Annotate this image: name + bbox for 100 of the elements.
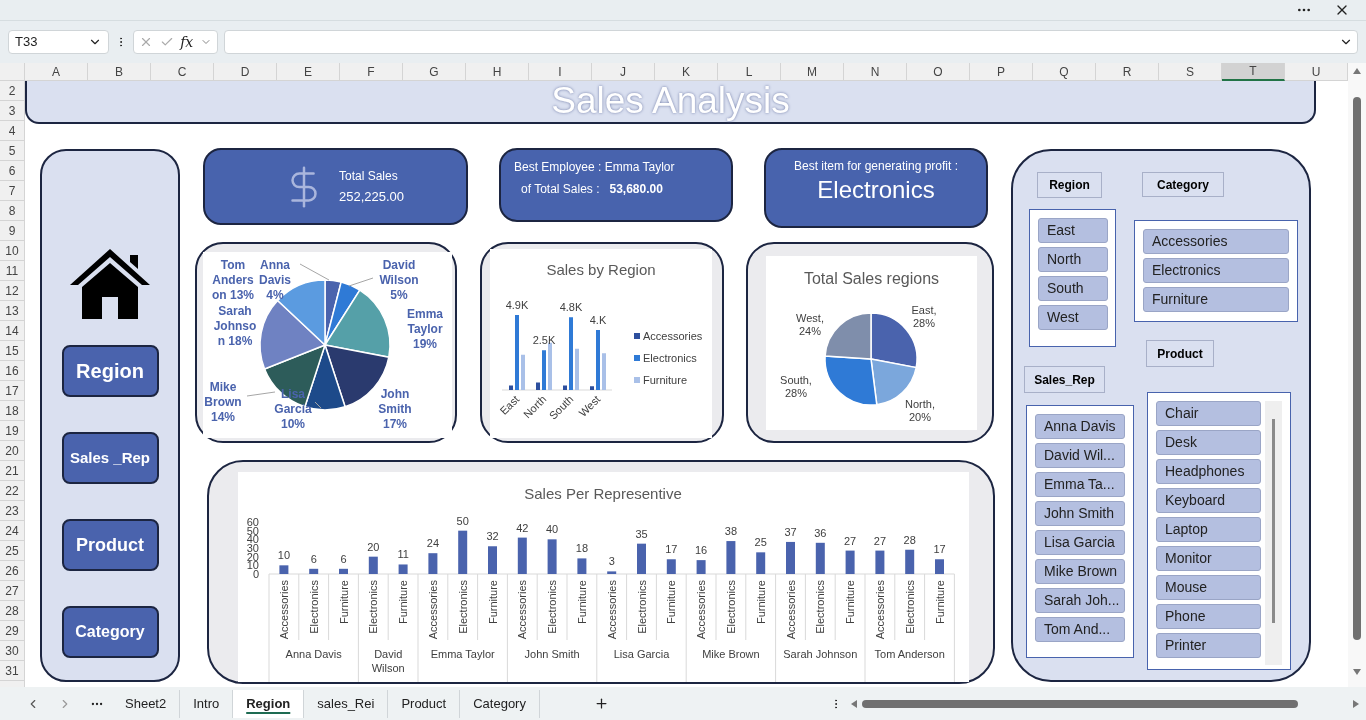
slicer-item[interactable]: Laptop	[1156, 517, 1261, 542]
row-header[interactable]: 23	[0, 501, 24, 521]
slicer-item[interactable]: Chair	[1156, 401, 1261, 426]
data-label: 25	[754, 536, 767, 549]
row-header[interactable]: 18	[0, 401, 24, 421]
legend-label: Electronics	[643, 352, 697, 364]
data-label: John Smith 17%	[377, 387, 413, 432]
slicer-item[interactable]: Emma Ta...	[1035, 472, 1125, 497]
leader-line	[299, 263, 330, 281]
function-button[interactable]: fx	[180, 31, 194, 53]
row-header[interactable]: 15	[0, 341, 24, 361]
slicer-item[interactable]: Headphones	[1156, 459, 1261, 484]
row-header[interactable]: 16	[0, 361, 24, 381]
data-label: Lisa Garcia 10%	[273, 387, 313, 432]
scrollbar[interactable]	[1265, 401, 1282, 665]
sheet-tab[interactable]: Region	[233, 689, 305, 718]
sheet-tab[interactable]: sales_Rei	[304, 689, 389, 718]
nav-button[interactable]: Product	[61, 519, 159, 571]
add-sheet-icon[interactable]	[593, 696, 609, 711]
kpi-label: Best item for generating profit :	[793, 160, 959, 172]
row-header[interactable]: 29	[0, 621, 24, 641]
scroll-left-icon[interactable]	[849, 698, 858, 709]
kpi-label: Total Sales	[339, 170, 399, 182]
row-header[interactable]: 12	[0, 281, 24, 301]
axis-label: Furniture	[665, 580, 678, 625]
row-header[interactable]: 30	[0, 641, 24, 661]
row-header[interactable]: 28	[0, 601, 24, 621]
nav-button[interactable]: Region	[61, 345, 159, 397]
row-header[interactable]: 20	[0, 441, 24, 461]
slicer-item[interactable]: Phone	[1156, 604, 1261, 629]
row-header[interactable]: 5	[0, 141, 24, 161]
row-header[interactable]: 31	[0, 661, 24, 681]
axis-label: Electronics	[367, 580, 380, 634]
slicer-item[interactable]: Tom And...	[1035, 617, 1125, 642]
slicer-item[interactable]: Keyboard	[1156, 488, 1261, 513]
axis-label: Furniture	[933, 580, 946, 625]
slicer-item[interactable]: South	[1038, 276, 1108, 301]
nav-button[interactable]: Sales _Rep	[61, 432, 159, 484]
slicer-item[interactable]: Mike Brown	[1035, 559, 1125, 584]
row-header[interactable]: 14	[0, 321, 24, 341]
home-icon[interactable]	[68, 247, 152, 320]
row-header[interactable]: 19	[0, 421, 24, 441]
slicer-item[interactable]: East	[1038, 218, 1108, 243]
row-header[interactable]: 7	[0, 181, 24, 201]
row-header[interactable]: 22	[0, 481, 24, 501]
row-header[interactable]: 24	[0, 521, 24, 541]
slicer-item[interactable]: Printer	[1156, 633, 1261, 658]
row-header[interactable]: 13	[0, 301, 24, 321]
bar	[602, 353, 606, 390]
legend-label: Furniture	[643, 374, 688, 386]
row-header[interactable]: 10	[0, 241, 24, 261]
sheet-tab[interactable]: Sheet2	[112, 689, 181, 718]
row-header[interactable]: 2	[0, 81, 24, 101]
row-header[interactable]: 8	[0, 201, 24, 221]
axis-label: Electronics	[635, 580, 648, 634]
data-label: 4.8K	[559, 301, 583, 314]
scroll-up-icon[interactable]	[1352, 67, 1362, 75]
row-header[interactable]: 9	[0, 221, 24, 241]
scroll-down-icon[interactable]	[1352, 668, 1362, 676]
scroll-right-icon[interactable]	[1351, 698, 1360, 709]
row-header[interactable]: 21	[0, 461, 24, 481]
slicer-item[interactable]: North	[1038, 247, 1108, 272]
legend-swatch	[634, 333, 640, 339]
slicer-item[interactable]: West	[1038, 305, 1108, 330]
slicer-item[interactable]: Desk	[1156, 430, 1261, 455]
row-header[interactable]: 4	[0, 121, 24, 141]
enter-icon[interactable]	[159, 35, 174, 49]
data-label: 28	[903, 533, 916, 546]
row-header[interactable]: 3	[0, 101, 24, 121]
row-header[interactable]: 11	[0, 261, 24, 281]
slicer-header: Product	[1146, 340, 1214, 367]
slicer-item[interactable]: Monitor	[1156, 546, 1261, 571]
slicer-item[interactable]: Sarah Joh...	[1035, 588, 1125, 613]
slicer-item[interactable]: Anna Davis	[1035, 414, 1125, 439]
slicer-item[interactable]: Furniture	[1143, 287, 1289, 312]
data-label: 2.5K	[532, 334, 556, 347]
slicer-item[interactable]: Lisa Garcia	[1035, 530, 1125, 555]
sheet-tab[interactable]: Product	[388, 689, 461, 718]
sheet-tab[interactable]: Category	[460, 689, 540, 718]
bar	[590, 386, 594, 390]
name-box[interactable]: T33	[8, 30, 109, 54]
vertical-scrollbar[interactable]	[1348, 63, 1366, 687]
slicer-item[interactable]: Electronics	[1143, 258, 1289, 283]
bar	[547, 539, 557, 574]
bar	[786, 541, 795, 574]
formula-input[interactable]	[224, 30, 1358, 54]
slicer-item[interactable]: John Smith	[1035, 501, 1125, 526]
slicer-item[interactable]: Accessories	[1143, 229, 1289, 254]
data-label: 36	[814, 526, 827, 539]
slicer-item[interactable]: Mouse	[1156, 575, 1261, 600]
row-header[interactable]: 17	[0, 381, 24, 401]
row-header[interactable]: 26	[0, 561, 24, 581]
nav-button[interactable]: Category	[61, 606, 159, 658]
row-header[interactable]: 25	[0, 541, 24, 561]
leader-line	[246, 391, 276, 397]
row-header[interactable]: 27	[0, 581, 24, 601]
column-header[interactable]: T	[1222, 63, 1285, 81]
row-header[interactable]: 6	[0, 161, 24, 181]
kpi-value: 252,225.00	[339, 190, 405, 203]
slicer-item[interactable]: David Wil...	[1035, 443, 1125, 468]
